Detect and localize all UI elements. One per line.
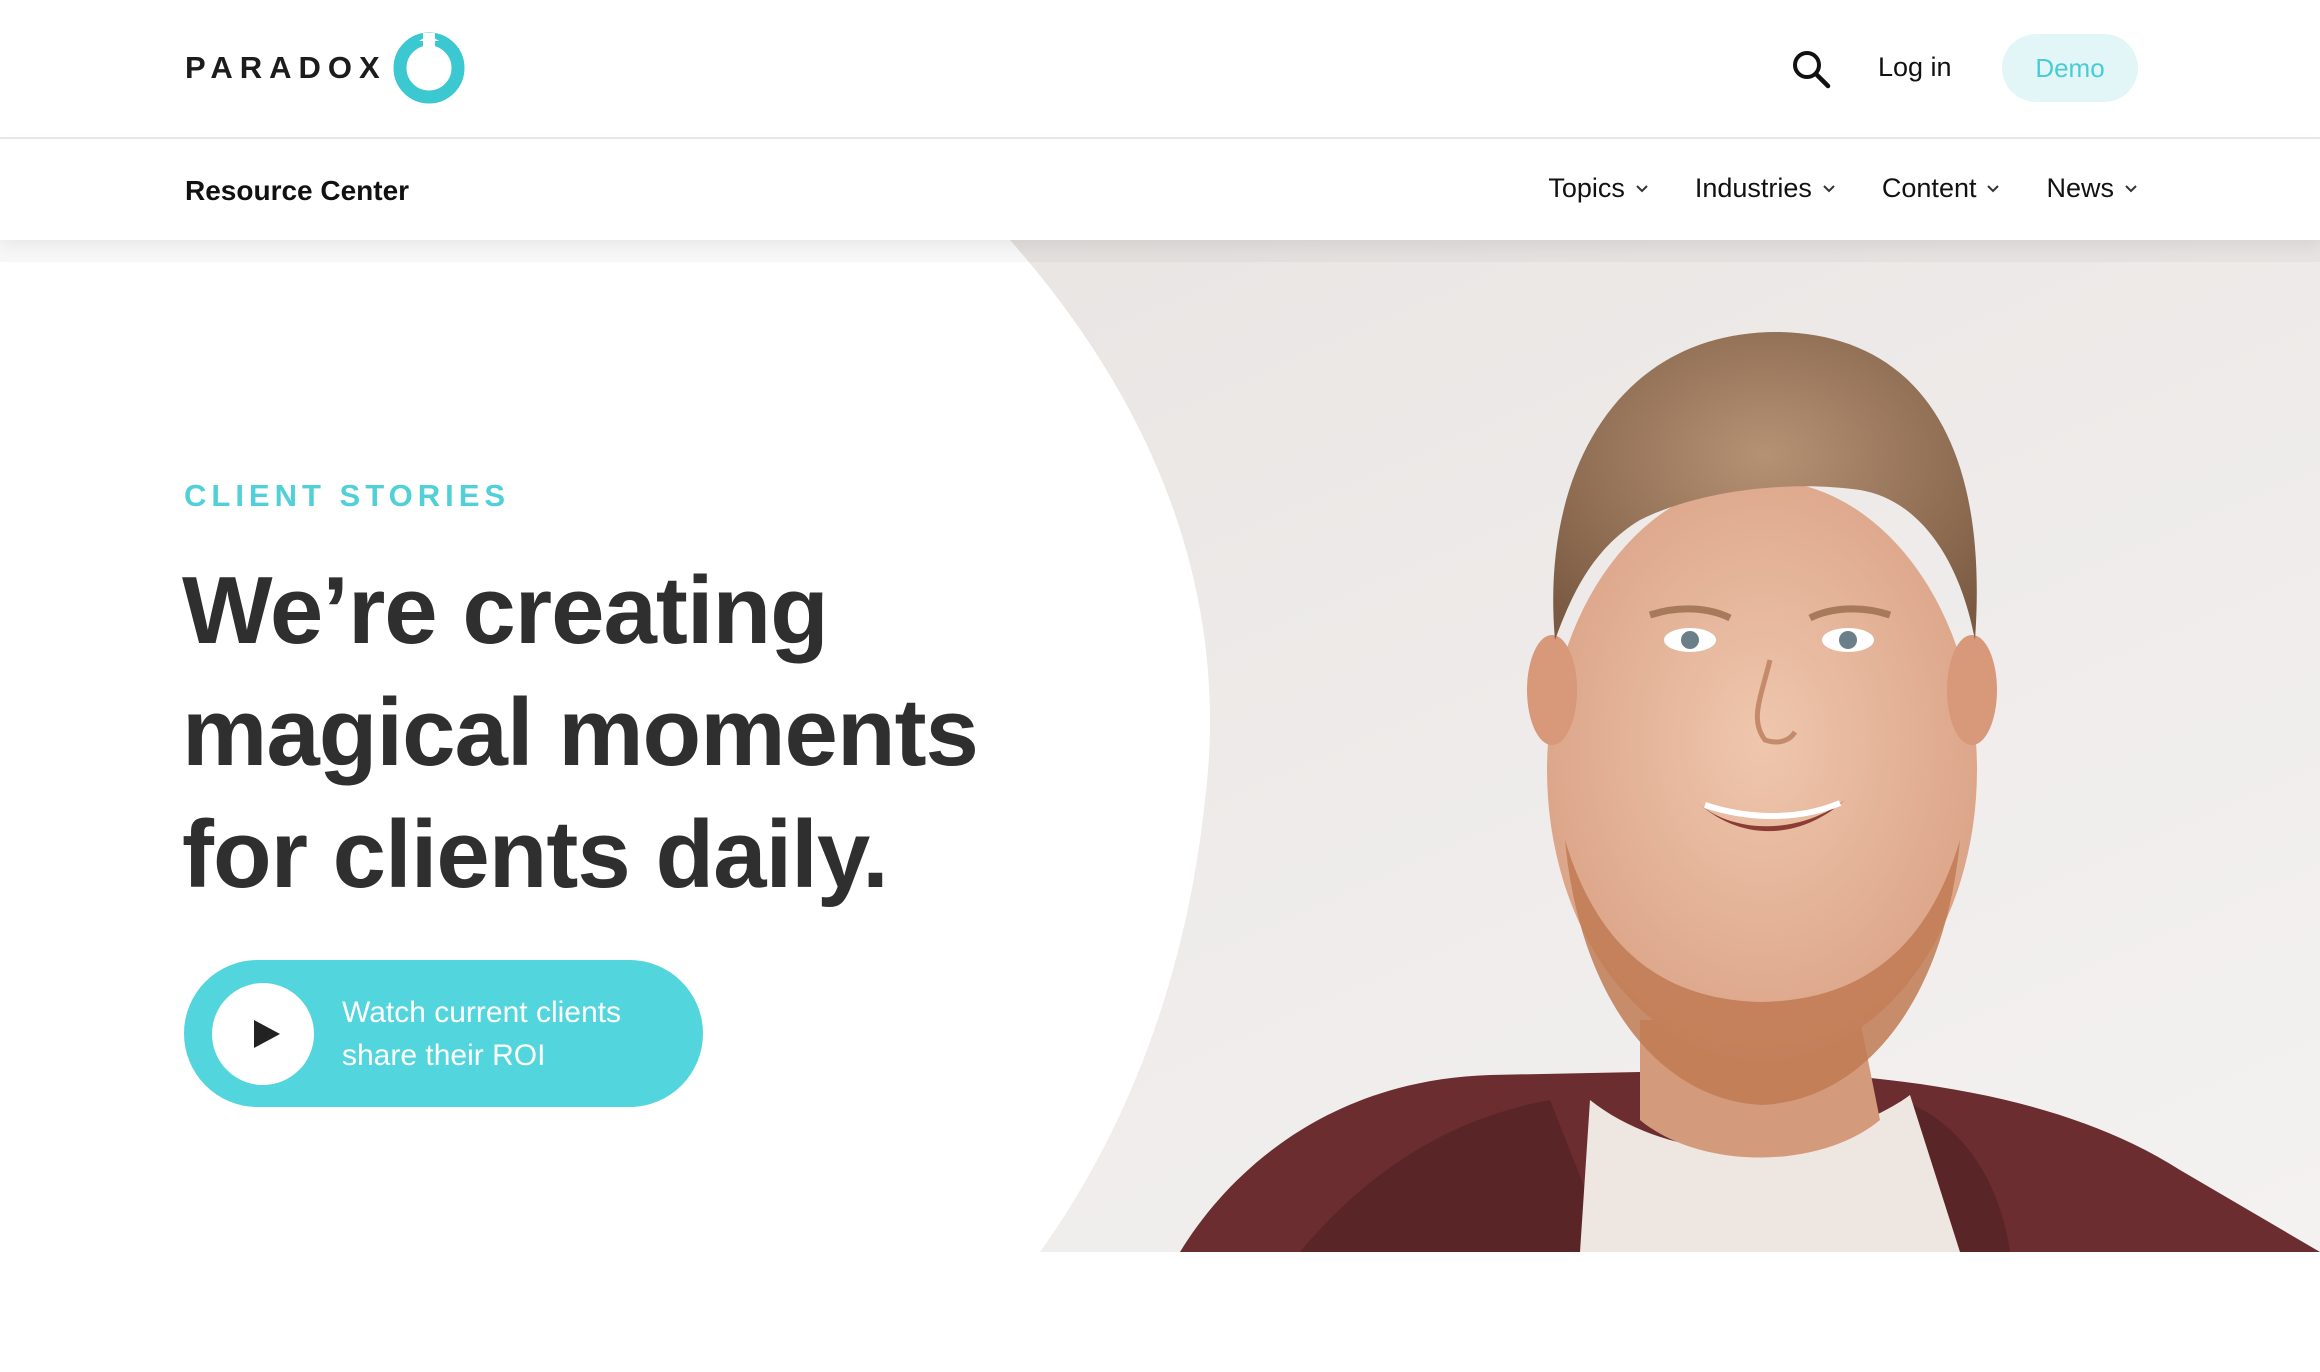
paradox-ring-logo-icon [393,32,465,104]
watch-clients-label: Watch current clients share their ROI [342,995,621,1072]
demo-button[interactable]: Demo [2002,34,2138,102]
login-link[interactable]: Log in [1878,52,1952,83]
subnav-menu: Topics Industries Content News [1548,173,2138,204]
top-header: PARADOX Log in Demo [0,0,2320,139]
search-icon [1793,51,1831,89]
menu-news-label: News [2046,173,2114,203]
logo-wordmark: PARADOX [185,50,387,85]
resource-center-title[interactable]: Resource Center [185,175,409,207]
hero-headline: We’re creating magical moments for clien… [182,557,979,908]
watch-clients-button[interactable]: Watch current clients share their ROI [184,960,703,1107]
hero-eyebrow: CLIENT STORIES [184,478,511,513]
chevron-down-icon [1823,184,1835,192]
menu-topics-label: Topics [1548,173,1625,203]
menu-industries-label: Industries [1694,173,1812,203]
menu-industries[interactable]: Industries [1695,173,1836,204]
hero-section: CLIENT STORIES We’re creating magical mo… [0,240,2320,1252]
chevron-down-icon [1636,184,1648,192]
paradox-logo[interactable]: PARADOX [185,32,465,104]
menu-topics[interactable]: Topics [1548,173,1649,204]
play-button-circle [212,982,314,1085]
chevron-down-icon [2125,184,2137,192]
menu-content[interactable]: Content [1882,173,2001,204]
play-icon [254,1019,280,1048]
menu-content-label: Content [1881,173,1977,203]
chevron-down-icon [1987,184,2000,192]
resource-center-nav: Resource Center Topics Industries Conten… [0,139,2320,240]
menu-news[interactable]: News [2046,173,2138,204]
search-button[interactable] [1788,46,1834,92]
